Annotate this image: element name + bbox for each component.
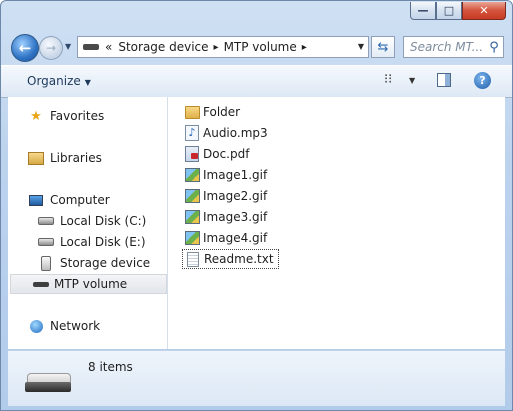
minimize-button[interactable]: — — [410, 2, 436, 20]
left-arrow-icon: ← — [18, 39, 32, 57]
navigation-bar: ← → ▼ « Storage device ▸ MTP volume ▸ ▼ … — [1, 31, 512, 63]
image-file-icon — [184, 188, 200, 204]
explorer-window: — □ ✕ ← → ▼ « Storage device ▸ MTP volum… — [0, 0, 513, 411]
search-input[interactable]: Search MT... — [404, 40, 485, 54]
text-file-icon — [185, 251, 201, 267]
list-item[interactable]: Image3.gif — [184, 207, 267, 227]
sidebar-item-label: Local Disk (E:) — [60, 235, 146, 249]
sidebar-item-libraries[interactable]: Libraries — [27, 148, 185, 168]
sidebar-item-label: Local Disk (C:) — [60, 214, 147, 228]
network-icon — [27, 318, 45, 334]
list-item[interactable]: ♪ Audio.mp3 — [184, 123, 268, 143]
views-dropdown-icon[interactable]: ▼ — [409, 76, 415, 85]
drive-icon — [83, 44, 99, 50]
close-button[interactable]: ✕ — [462, 2, 506, 20]
folder-icon — [184, 104, 200, 120]
navigation-pane: ★ Favorites Libraries Computer Local Dis… — [8, 97, 168, 349]
file-name: Doc.pdf — [203, 147, 250, 161]
file-name: Folder — [203, 105, 241, 119]
preview-pane-button[interactable] — [437, 73, 451, 87]
sidebar-item-label: Favorites — [50, 109, 105, 123]
sidebar-item-label: Computer — [50, 193, 110, 207]
drive-icon — [11, 281, 49, 287]
organize-label: Organize — [27, 74, 81, 88]
file-name: Image2.gif — [203, 189, 268, 203]
breadcrumb-storage-device[interactable]: Storage device — [118, 40, 208, 54]
drive-icon — [25, 373, 71, 393]
sidebar-item-label: MTP volume — [54, 277, 128, 291]
refresh-icon: ⇆ — [377, 39, 389, 55]
file-name: Readme.txt — [204, 252, 274, 266]
windows-drive-icon — [37, 213, 55, 229]
title-bar: — □ ✕ — [1, 1, 512, 31]
sidebar-item-computer[interactable]: Computer — [27, 190, 185, 210]
library-icon — [27, 150, 45, 166]
image-file-icon — [184, 230, 200, 246]
recent-pages-dropdown[interactable]: ▼ — [65, 42, 71, 51]
sidebar-item-favorites[interactable]: ★ Favorites — [27, 106, 185, 126]
breadcrumb-mtp-volume[interactable]: MTP volume — [224, 40, 297, 54]
address-dropdown-icon[interactable]: ▼ — [358, 42, 364, 51]
file-name: Image4.gif — [203, 231, 268, 245]
sidebar-item-label: Libraries — [50, 151, 102, 165]
sidebar-item-label: Storage device — [60, 256, 151, 270]
caption-buttons: — □ ✕ — [410, 2, 506, 20]
list-item[interactable]: Doc.pdf — [184, 144, 249, 164]
image-file-icon — [184, 209, 200, 225]
file-name: Audio.mp3 — [203, 126, 268, 140]
file-list: Folder ♪ Audio.mp3 Doc.pdf Image1.gif Im… — [168, 97, 505, 349]
hard-drive-icon — [37, 234, 55, 250]
sidebar-item-network[interactable]: Network — [27, 316, 185, 336]
right-arrow-icon: → — [45, 41, 57, 55]
pdf-file-icon — [184, 146, 200, 162]
breadcrumb-separator-icon[interactable]: ▸ — [214, 42, 219, 53]
computer-icon — [27, 192, 45, 208]
star-icon: ★ — [30, 108, 42, 124]
audio-file-icon: ♪ — [184, 125, 200, 141]
list-item[interactable]: Readme.txt — [182, 249, 279, 269]
chevron-down-icon: ▼ — [84, 78, 91, 87]
details-pane: 8 items — [8, 350, 505, 406]
sidebar-item-mtp-volume[interactable]: MTP volume — [10, 274, 167, 294]
command-bar: Organize ▼ ⁝⁝ ▼ ? — [1, 65, 512, 98]
forward-button[interactable]: → — [39, 36, 63, 60]
refresh-button[interactable]: ⇆ — [371, 36, 395, 58]
image-file-icon — [184, 167, 200, 183]
back-button[interactable]: ← — [11, 34, 39, 62]
help-button[interactable]: ? — [474, 72, 491, 89]
item-count: 8 items — [88, 360, 133, 374]
sidebar-item-label: Network — [50, 319, 101, 333]
organize-menu[interactable]: Organize ▼ — [27, 74, 91, 88]
list-item[interactable]: Folder — [184, 102, 240, 122]
list-item[interactable]: Image2.gif — [184, 186, 267, 206]
overflow-chevron-icon[interactable]: « — [105, 40, 112, 54]
maximize-button[interactable]: □ — [436, 2, 462, 20]
file-name: Image1.gif — [203, 168, 268, 182]
list-item[interactable]: Image1.gif — [184, 165, 267, 185]
help-icon: ? — [479, 74, 486, 87]
views-grid-icon[interactable]: ⁝⁝ — [384, 72, 392, 87]
address-bar[interactable]: « Storage device ▸ MTP volume ▸ ▼ — [77, 36, 369, 58]
breadcrumb-separator-icon[interactable]: ▸ — [302, 42, 307, 53]
search-box[interactable]: Search MT... ⚲ — [403, 36, 504, 58]
file-name: Image3.gif — [203, 210, 268, 224]
list-item[interactable]: Image4.gif — [184, 228, 267, 248]
search-icon[interactable]: ⚲ — [485, 40, 503, 55]
portable-device-icon — [37, 255, 55, 271]
